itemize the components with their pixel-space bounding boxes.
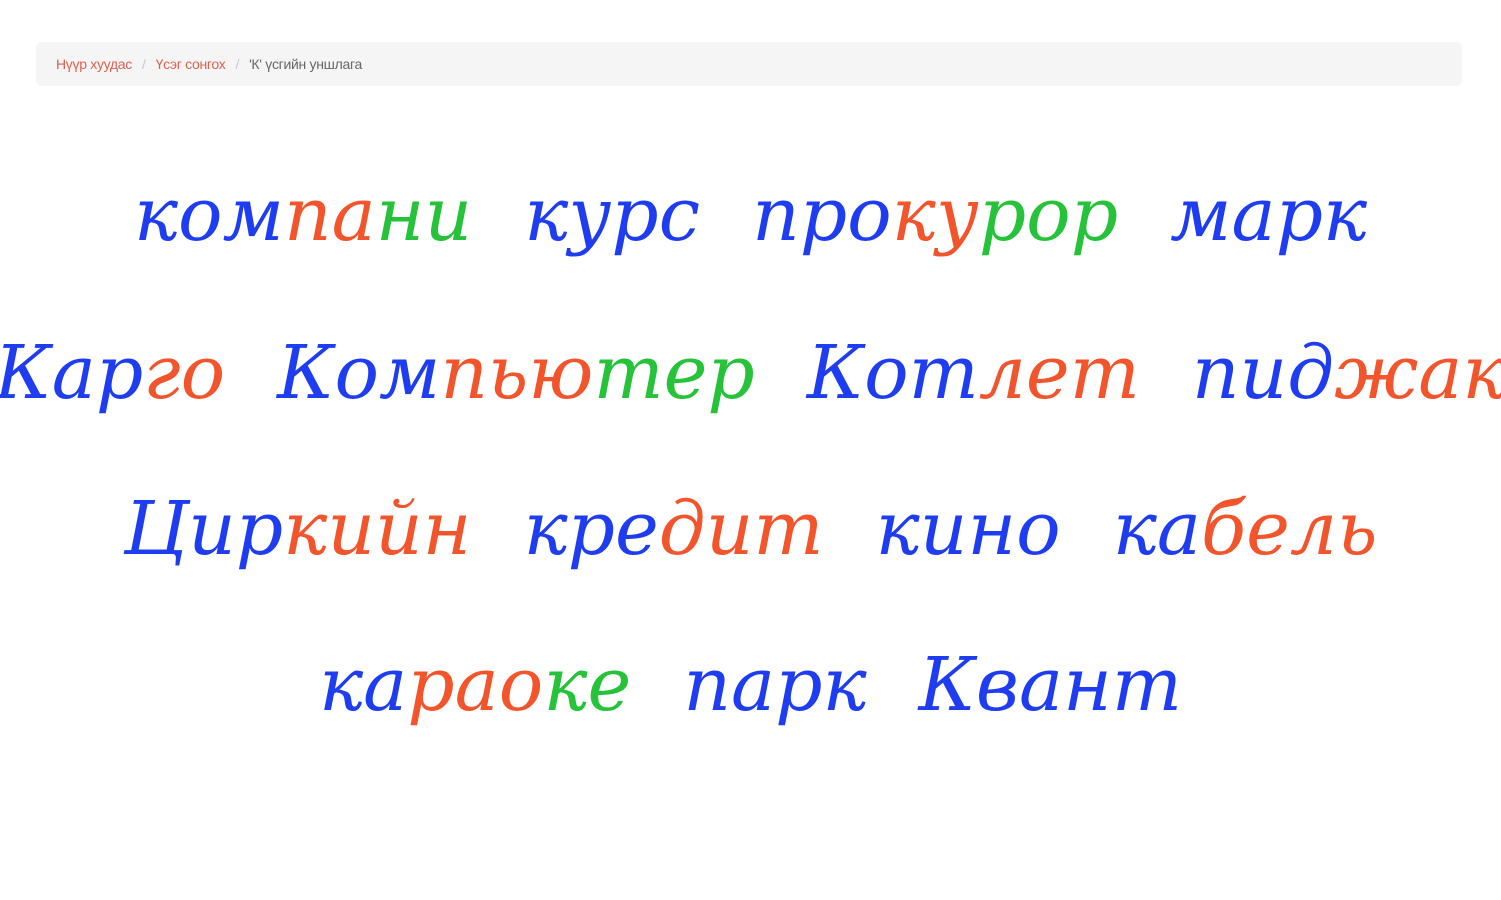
word: Компьютер xyxy=(277,336,755,410)
word: кредит xyxy=(523,492,823,566)
syllable: рор xyxy=(978,172,1119,258)
word: Циркийн xyxy=(124,492,472,566)
word-line-3: Циркийн кредит кино кабель xyxy=(0,492,1501,566)
syllable: бель xyxy=(1201,486,1378,572)
syllable: тер xyxy=(593,330,755,416)
breadcrumb-separator: / xyxy=(141,56,146,72)
syllable: ке xyxy=(543,642,632,728)
syllable: Кот xyxy=(806,330,979,416)
reading-lesson: компани курс прокурор марк Карго Компьютер Ко… xyxy=(0,140,1501,780)
syllable: курс xyxy=(524,172,701,258)
word: кабель xyxy=(1113,492,1378,566)
word: Карго xyxy=(0,336,225,410)
syllable: про xyxy=(752,172,892,258)
syllable: па xyxy=(283,172,376,258)
syllable: кре xyxy=(523,486,659,572)
syllable: го xyxy=(143,330,226,416)
word: кино xyxy=(876,492,1061,566)
word: марк xyxy=(1170,178,1367,252)
word-line-2: Карго Компьютер Котлет пиджак xyxy=(0,336,1501,410)
syllable: ка xyxy=(318,642,408,728)
word: компани xyxy=(134,178,472,252)
syllable: жак xyxy=(1334,330,1501,416)
syllable: рао xyxy=(407,642,544,728)
word: Котлет xyxy=(807,336,1140,410)
syllable: Квант xyxy=(918,642,1183,728)
word: караоке xyxy=(319,648,631,722)
breadcrumb: Нүүр хуудас / Үсэг сонгох / 'К' үсгийн у… xyxy=(36,42,1462,86)
syllable: ни xyxy=(375,172,473,258)
syllable: Ком xyxy=(277,330,441,416)
syllable: парк xyxy=(683,642,867,728)
syllable: кино xyxy=(875,486,1061,572)
syllable: ку xyxy=(891,172,979,258)
word: Квант xyxy=(919,648,1182,722)
syllable: Кар xyxy=(0,330,144,416)
syllable: лет xyxy=(978,330,1140,416)
syllable: пид xyxy=(1191,330,1335,416)
syllable: ка xyxy=(1112,486,1201,572)
breadcrumb-current: 'К' үсгийн уншлага xyxy=(249,56,362,72)
word: курс xyxy=(524,178,700,252)
word: парк xyxy=(683,648,866,722)
word-line-1: компани курс прокурор марк xyxy=(0,178,1501,252)
word: пиджак xyxy=(1192,336,1501,410)
syllable: кийн xyxy=(283,486,472,572)
syllable: пью xyxy=(440,330,594,416)
breadcrumb-separator: / xyxy=(235,56,240,72)
syllable: ком xyxy=(133,172,284,258)
word-line-4: караоке парк Квант xyxy=(0,648,1501,722)
syllable: марк xyxy=(1170,172,1368,258)
syllable: дит xyxy=(658,486,824,572)
syllable: Цир xyxy=(123,486,284,572)
word: прокурор xyxy=(752,178,1118,252)
breadcrumb-home-link[interactable]: Нүүр хуудас xyxy=(56,56,132,72)
breadcrumb-catalog-link[interactable]: Үсэг сонгох xyxy=(156,56,226,72)
